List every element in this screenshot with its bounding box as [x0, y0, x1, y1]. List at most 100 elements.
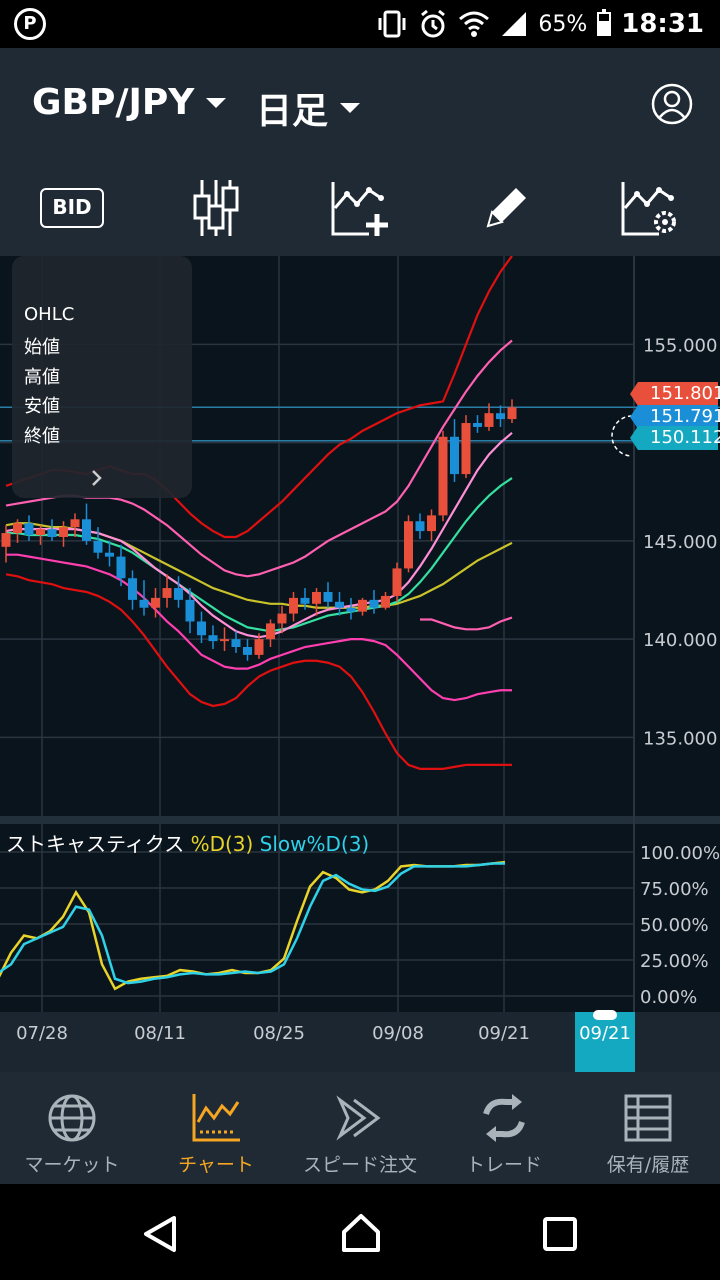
- price-axis-label: 145.000: [643, 532, 717, 553]
- trade-icon: [483, 1094, 525, 1142]
- low-label: 安値: [24, 396, 60, 417]
- candle-body: [323, 592, 333, 602]
- stochastics-d-label: %D(3): [190, 832, 254, 856]
- ohlc-title: OHLC: [24, 304, 75, 325]
- system-navigation-bar: [0, 1184, 720, 1280]
- vibrate-icon: [378, 10, 406, 38]
- nav-trade-label: トレード: [465, 1154, 542, 1176]
- nav-chart[interactable]: チャート: [144, 1072, 288, 1184]
- stochastics-axis-label: 25.00%: [640, 951, 709, 972]
- chart-settings-icon[interactable]: [615, 178, 685, 238]
- candle-body: [415, 521, 425, 532]
- candle-body: [174, 588, 183, 600]
- nav-speed-order[interactable]: スピード注文: [288, 1072, 432, 1184]
- pencil-icon[interactable]: [470, 178, 540, 238]
- price-axis-label: 135.000: [643, 728, 717, 749]
- candle-body: [1, 533, 11, 547]
- price-axis-label: 140.000: [643, 630, 717, 651]
- candle-body: [93, 540, 103, 553]
- candle-body: [208, 635, 218, 642]
- candle-body: [450, 436, 459, 475]
- candle-body: [105, 552, 114, 557]
- battery-percent: 65%: [538, 11, 588, 37]
- date-axis-label: 08/25: [253, 1023, 305, 1044]
- candle-body: [496, 413, 505, 420]
- pair-label: GBP/JPY: [32, 82, 195, 123]
- timeframe-label: 日足: [256, 91, 329, 132]
- battery-icon: [597, 9, 612, 36]
- bollinger-center-band-line: [420, 616, 513, 631]
- stochastics-d-line: [0, 860, 506, 991]
- candle-body: [473, 423, 482, 427]
- candle-body: [24, 523, 34, 536]
- candle-body: [369, 599, 379, 608]
- candle-body: [438, 436, 448, 516]
- wifi-icon: [459, 11, 490, 37]
- signal-icon: [502, 12, 527, 36]
- add-indicator-icon[interactable]: [325, 178, 395, 238]
- status-icons: 65% 18:31: [376, 0, 704, 48]
- stochastics-axis-label: 75.00%: [640, 879, 709, 900]
- clock: 18:31: [621, 9, 704, 39]
- open-label: 始値: [24, 337, 60, 358]
- candle-body: [162, 588, 172, 598]
- candlestick-icon[interactable]: [180, 178, 250, 238]
- date-cursor[interactable]: 09/21: [575, 1010, 635, 1072]
- candle-body: [185, 599, 195, 622]
- date-axis-label: 09/08: [372, 1023, 424, 1044]
- date-axis-label: 08/11: [134, 1023, 186, 1044]
- stochastics-legend: ストキャスティクス %D(3) Slow%D(3): [6, 828, 369, 857]
- nav-chart-label: チャート: [178, 1154, 254, 1176]
- chart-icon: [192, 1094, 240, 1142]
- chevron-down-icon: [340, 103, 361, 113]
- timeframe-selector[interactable]: 日足: [256, 82, 361, 134]
- bid-toggle-button[interactable]: BID: [38, 178, 106, 238]
- candle-body: [13, 523, 22, 534]
- high-label: 高値: [24, 367, 60, 388]
- candle-body: [243, 647, 252, 655]
- price-axis-label: 155.000: [643, 335, 717, 356]
- close-label: 終値: [24, 426, 60, 447]
- nav-trade[interactable]: トレード: [432, 1072, 576, 1184]
- stochastics-name: ストキャスティクス: [6, 832, 185, 856]
- stochastics-axis-label: 100.00%: [640, 843, 720, 864]
- line-price-tag: 150.112: [630, 426, 720, 450]
- pair-selector[interactable]: GBP/JPY: [32, 82, 227, 123]
- candle-body: [220, 639, 229, 642]
- candle-body: [335, 601, 344, 608]
- candle-body: [231, 639, 241, 648]
- date-axis-label: 09/21: [478, 1023, 530, 1044]
- ohlc-panel[interactable]: OHLC 始値 高値 安値 終値: [12, 256, 192, 498]
- date-axis-label: 07/28: [16, 1023, 68, 1044]
- back-icon[interactable]: [140, 1214, 180, 1254]
- nav-market-label: マーケット: [24, 1154, 120, 1176]
- nav-market[interactable]: マーケット: [0, 1072, 144, 1184]
- candle-body: [151, 597, 160, 608]
- account-icon[interactable]: [650, 82, 694, 126]
- recents-icon[interactable]: [542, 1216, 578, 1252]
- candle-body: [300, 597, 310, 604]
- chevron-down-icon: [206, 97, 227, 108]
- status-bar: P 65% 18:31: [0, 0, 720, 48]
- candle-body: [277, 613, 287, 624]
- home-icon[interactable]: [340, 1212, 382, 1254]
- nav-speed-order-label: スピード注文: [302, 1154, 417, 1176]
- candle-body: [254, 639, 264, 655]
- candle-body: [461, 423, 471, 475]
- chevron-right-icon[interactable]: [90, 468, 104, 488]
- app-notification-icon: P: [14, 8, 46, 40]
- stochastics-axis-label: 0.00%: [640, 987, 697, 1008]
- candle-body: [358, 599, 367, 612]
- date-cursor-handle[interactable]: [593, 1010, 617, 1020]
- candle-body: [312, 592, 321, 604]
- candle-body: [197, 621, 206, 636]
- nav-positions-history[interactable]: 保有/履歴: [576, 1072, 720, 1184]
- list-icon: [624, 1094, 672, 1142]
- candle-body: [484, 413, 494, 427]
- candle-body: [427, 515, 436, 532]
- date-cursor-label: 09/21: [579, 1023, 631, 1044]
- candle-body: [36, 529, 45, 536]
- candle-body: [59, 527, 68, 537]
- candle-body: [346, 607, 356, 612]
- alarm-icon: [421, 9, 446, 38]
